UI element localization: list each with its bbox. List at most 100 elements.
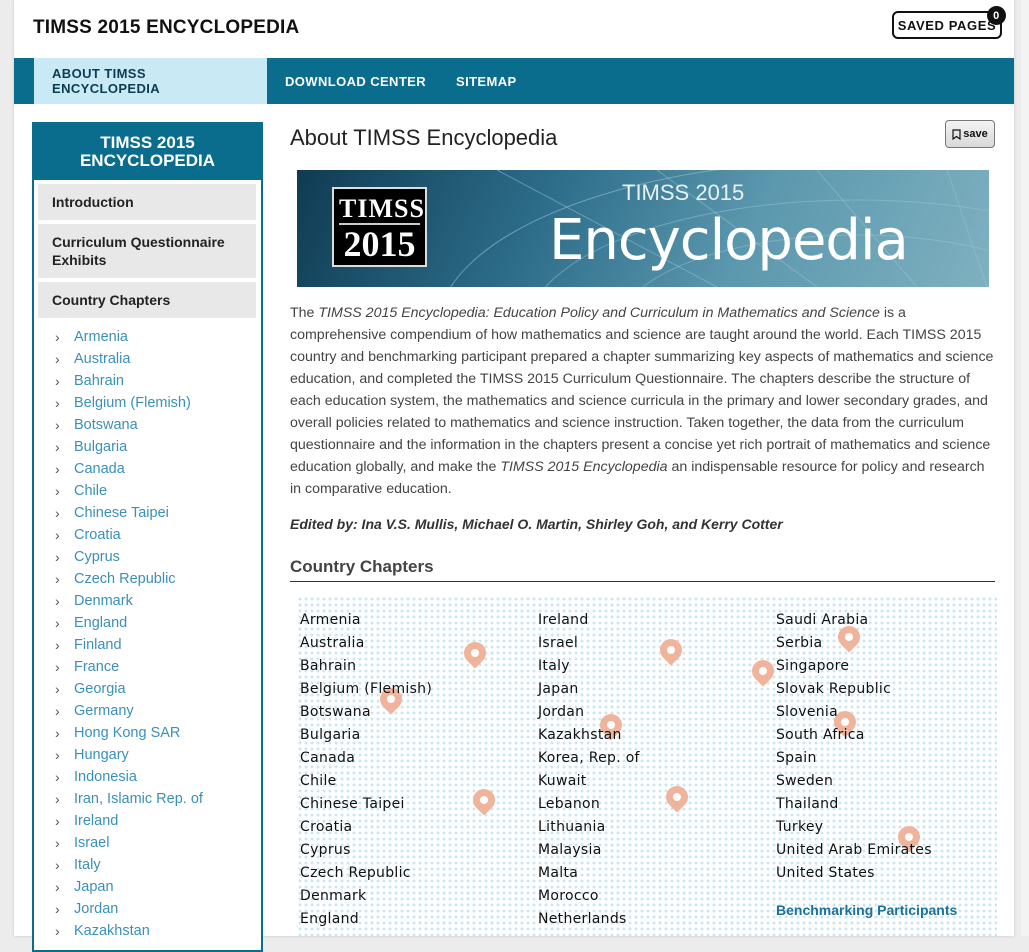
sidebar-country-link[interactable]: › Hungary [34, 744, 261, 766]
country-chapter-link[interactable]: Serbia [776, 633, 932, 656]
country-chapter-link[interactable]: Malta [538, 863, 640, 886]
country-chapter-link[interactable]: Croatia [300, 817, 432, 840]
sidebar-country-link[interactable]: › Hong Kong SAR [34, 722, 261, 744]
save-button[interactable]: save [945, 120, 995, 148]
country-chapter-link[interactable]: Morocco [538, 886, 640, 909]
sidebar-country-link[interactable]: › England [34, 612, 261, 634]
chevron-right-icon: › [55, 659, 60, 675]
country-chapter-link[interactable]: Thailand [776, 794, 932, 817]
sidebar-country-link[interactable]: › Jordan [34, 898, 261, 920]
country-chapter-link[interactable]: Lebanon [538, 794, 640, 817]
country-chapter-link[interactable]: Turkey [776, 817, 932, 840]
country-chapter-link[interactable]: Bulgaria [300, 725, 432, 748]
country-chapter-link[interactable]: Japan [538, 679, 640, 702]
sidebar-country-label: Jordan [74, 901, 119, 917]
sidebar-country-link[interactable]: › Ireland [34, 810, 261, 832]
sidebar-country-link[interactable]: › Australia [34, 348, 261, 370]
country-chapter-link[interactable]: Canada [300, 748, 432, 771]
sidebar-country-label: Italy [74, 857, 101, 873]
country-chapter-link[interactable]: Denmark [300, 886, 432, 909]
chevron-right-icon: › [55, 329, 60, 345]
sidebar-country-link[interactable]: › Indonesia [34, 766, 261, 788]
site-title[interactable]: TIMSS 2015 ENCYCLOPEDIA [33, 17, 299, 39]
country-chapter-link[interactable]: Belgium (Flemish) [300, 679, 432, 702]
chevron-right-icon: › [55, 395, 60, 411]
chevron-right-icon: › [55, 857, 60, 873]
sidebar-title[interactable]: TIMSS 2015 ENCYCLOPEDIA [34, 124, 261, 180]
country-chapter-link[interactable]: Israel [538, 633, 640, 656]
country-chapter-link[interactable]: Bahrain [300, 656, 432, 679]
sidebar-country-link[interactable]: › Bahrain [34, 370, 261, 392]
chevron-right-icon: › [55, 527, 60, 543]
saved-pages-button[interactable]: SAVED PAGES 0 [892, 6, 1006, 39]
country-chapter-link[interactable]: Cyprus [300, 840, 432, 863]
country-chapter-link[interactable]: Chinese Taipei [300, 794, 432, 817]
sidebar-country-link[interactable]: › Germany [34, 700, 261, 722]
sidebar-country-link[interactable]: › Kazakhstan [34, 920, 261, 942]
sidebar-country-link[interactable]: › Croatia [34, 524, 261, 546]
country-chapter-link[interactable]: Botswana [300, 702, 432, 725]
nav-download-center[interactable]: DOWNLOAD CENTER [267, 58, 444, 104]
sidebar-country-link[interactable]: › Canada [34, 458, 261, 480]
country-chapter-link[interactable]: Italy [538, 656, 640, 679]
sidebar-country-link[interactable]: › Armenia [34, 326, 261, 348]
country-chapter-link[interactable]: South Africa [776, 725, 932, 748]
sidebar-country-link[interactable]: › Bulgaria [34, 436, 261, 458]
country-chapter-link[interactable]: Chile [300, 771, 432, 794]
country-chapter-link[interactable]: Kuwait [538, 771, 640, 794]
sidebar-country-link[interactable]: › Chinese Taipei [34, 502, 261, 524]
sidebar-country-link[interactable]: › Chile [34, 480, 261, 502]
sidebar-country-link[interactable]: › Cyprus [34, 546, 261, 568]
sidebar-item-country-chapters[interactable]: Country Chapters [38, 282, 256, 318]
country-chapter-link[interactable]: Armenia [300, 610, 432, 633]
sidebar-country-link[interactable]: › Iran, Islamic Rep. of [34, 788, 261, 810]
sidebar-country-link[interactable]: › Denmark [34, 590, 261, 612]
sidebar-country-link[interactable]: › Georgia [34, 678, 261, 700]
country-chapter-link[interactable]: Kazakhstan [538, 725, 640, 748]
sidebar-country-link[interactable]: › Belgium (Flemish) [34, 392, 261, 414]
sidebar-country-label: Chile [74, 483, 108, 499]
sidebar-country-link[interactable]: › Czech Republic [34, 568, 261, 590]
country-chapter-link[interactable]: Jordan [538, 702, 640, 725]
benchmarking-participants-link[interactable]: Benchmarking Participants [776, 902, 957, 918]
country-chapter-link[interactable]: Netherlands [538, 909, 640, 932]
country-chapter-link[interactable]: Singapore [776, 656, 932, 679]
sidebar-country-link[interactable]: › Finland [34, 634, 261, 656]
country-chapter-link[interactable]: Saudi Arabia [776, 610, 932, 633]
sidebar-country-label: Finland [74, 637, 122, 653]
country-chapter-link[interactable]: Australia [300, 633, 432, 656]
sidebar-country-link[interactable]: › France [34, 656, 261, 678]
country-chapter-link[interactable]: Czech Republic [300, 863, 432, 886]
chevron-right-icon: › [55, 461, 60, 477]
nav-sitemap[interactable]: SITEMAP [438, 58, 535, 104]
sidebar-item-introduction[interactable]: Introduction [38, 184, 256, 220]
chevron-right-icon: › [55, 835, 60, 851]
sidebar-country-label: England [74, 615, 128, 631]
sidebar: TIMSS 2015 ENCYCLOPEDIA Introduction Cur… [32, 122, 263, 952]
country-chapter-link[interactable]: England [300, 909, 432, 932]
country-chapter-link[interactable]: United Arab Emirates [776, 840, 932, 863]
banner-subtitle: TIMSS 2015 [622, 180, 745, 205]
country-chapter-link[interactable]: Slovenia [776, 702, 932, 725]
country-chapter-link[interactable]: United States [776, 863, 932, 886]
sidebar-item-curriculum-exhibits[interactable]: Curriculum Questionnaire Exhibits [38, 224, 256, 278]
intro-paragraph: The TIMSS 2015 Encyclopedia: Education P… [290, 305, 994, 497]
sidebar-country-link[interactable]: › Israel [34, 832, 261, 854]
banner-image: TIMSS 2015 TIMSS 2015 Encyclopedia [297, 170, 989, 287]
page-title: About TIMSS Encyclopedia [290, 125, 558, 150]
country-chapter-link[interactable]: Slovak Republic [776, 679, 932, 702]
country-chapter-link[interactable]: Sweden [776, 771, 932, 794]
country-chapter-link[interactable]: Malaysia [538, 840, 640, 863]
nav-about[interactable]: ABOUT TIMSS ENCYCLOPEDIA [34, 58, 267, 104]
country-chapter-link[interactable]: Lithuania [538, 817, 640, 840]
country-chapter-link[interactable]: Ireland [538, 610, 640, 633]
sidebar-country-link[interactable]: › Botswana [34, 414, 261, 436]
sidebar-country-label: Hungary [74, 747, 129, 763]
chevron-right-icon: › [55, 879, 60, 895]
sidebar-country-label: Kazakhstan [74, 923, 150, 939]
sidebar-country-link[interactable]: › Italy [34, 854, 261, 876]
sidebar-country-link[interactable]: › Japan [34, 876, 261, 898]
country-chapter-link[interactable]: Korea, Rep. of [538, 748, 640, 771]
scrollbar-track[interactable] [1021, 0, 1029, 936]
country-chapter-link[interactable]: Spain [776, 748, 932, 771]
